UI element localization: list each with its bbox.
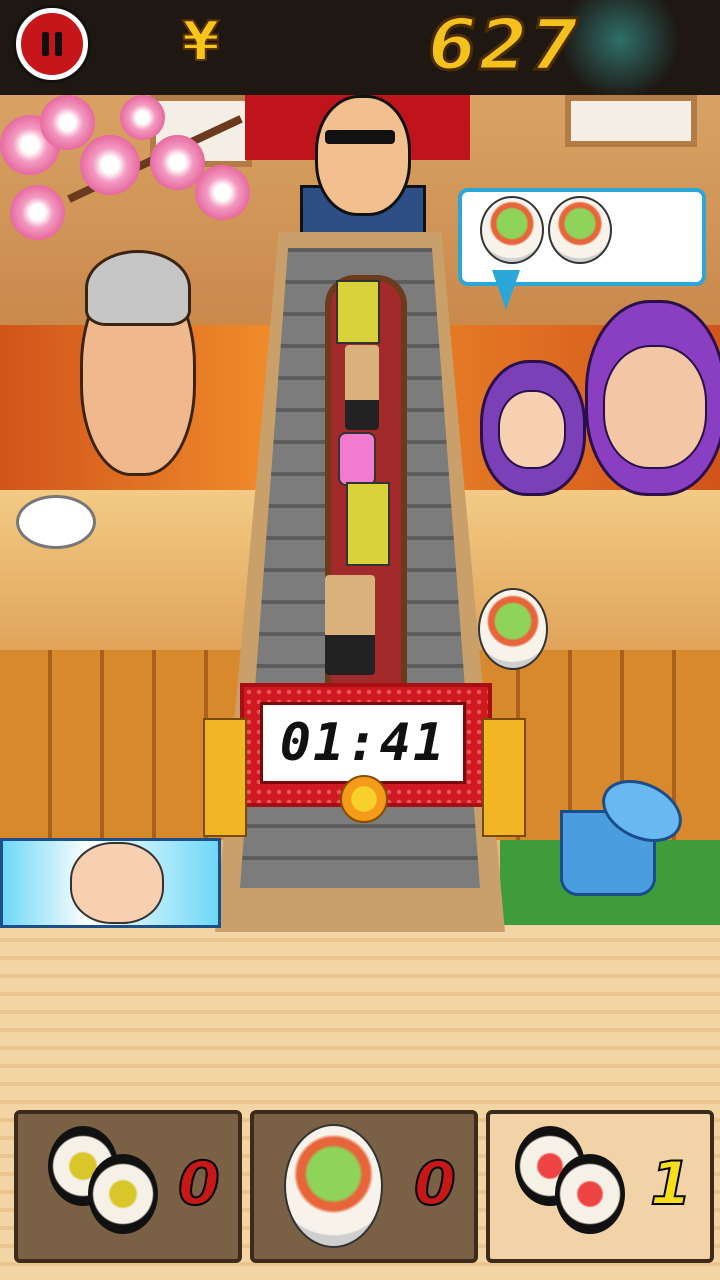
inventory-slot-tuna-maki[interactable]: 1 [486, 1110, 714, 1263]
empty-plate [16, 495, 96, 549]
salad-roll-on-counter[interactable] [478, 588, 548, 670]
customer-purple-haired-lady [585, 300, 720, 496]
inventory-slot-tamago-maki[interactable]: 0 [14, 1110, 242, 1263]
order-item-sushi-roll-icon [548, 196, 612, 264]
customer-purple-girl [470, 360, 590, 496]
blue-trash-bin[interactable] [560, 767, 692, 896]
conveyor-side-post-right [482, 718, 526, 837]
inventory-count: 0 [177, 1148, 221, 1220]
tamago-sushi-item[interactable] [346, 482, 390, 566]
inventory-count: 1 [649, 1148, 693, 1220]
pink-cup-item [338, 432, 376, 486]
score-counter: 627 [426, 3, 580, 88]
conveyor-side-post-left [203, 718, 247, 837]
salad-roll-icon [284, 1124, 383, 1248]
chef-character [300, 95, 426, 241]
inventory-slot-salad-roll[interactable]: 0 [250, 1110, 478, 1263]
tuna-maki-icon [555, 1154, 625, 1234]
helper-character-face [70, 842, 164, 924]
chopsticks-holder [345, 345, 379, 430]
chopsticks-holder [325, 575, 375, 675]
tamago-sushi-item[interactable] [336, 280, 380, 344]
tamago-maki-icon [88, 1154, 158, 1234]
timer-text: 01:41 [279, 713, 447, 773]
top-hud-bar [0, 0, 720, 95]
timer-display: 01:41 [260, 702, 466, 784]
order-bubble-tail [492, 270, 520, 310]
pause-icon [42, 32, 62, 56]
cherry-blossom-branch [0, 95, 260, 255]
customer-old-woman [70, 250, 200, 490]
pause-button[interactable] [16, 8, 88, 80]
flower-ornament [340, 775, 388, 823]
currency-symbol: ¥ [181, 9, 221, 74]
menu-board [565, 95, 697, 147]
inventory-count: 0 [413, 1148, 457, 1220]
order-item-sushi-roll-icon [480, 196, 544, 264]
